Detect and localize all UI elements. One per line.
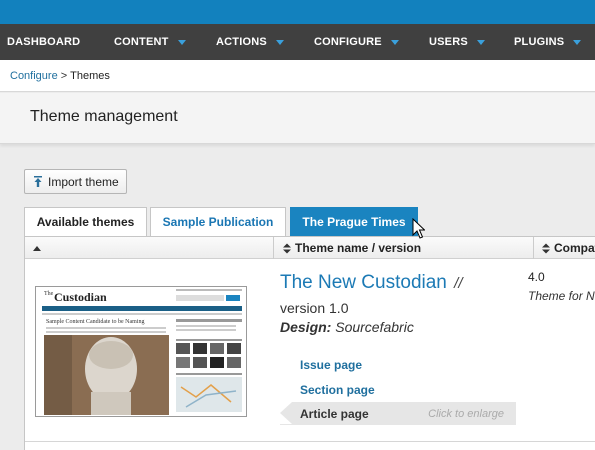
tab-label: Sample Publication xyxy=(162,215,274,229)
theme-name-link[interactable]: The New Custodian xyxy=(280,272,447,293)
theme-design-label: Design: xyxy=(280,319,332,335)
upload-icon xyxy=(33,175,43,188)
nav-configure[interactable]: CONFIGURE xyxy=(314,24,399,60)
nav-actions-label: ACTIONS xyxy=(216,36,267,48)
sort-both-icon xyxy=(283,243,291,253)
nav-plugins-label: PLUGINS xyxy=(514,36,565,48)
import-theme-label: Import theme xyxy=(48,174,119,189)
chevron-down-icon xyxy=(177,40,186,45)
sort-both-icon xyxy=(542,243,550,253)
active-arrow-notch xyxy=(280,402,292,424)
nav-users[interactable]: USERS xyxy=(429,24,485,60)
mouse-cursor-icon xyxy=(412,217,426,245)
nav-content-label: CONTENT xyxy=(114,36,169,48)
chevron-down-icon xyxy=(275,40,284,45)
compat-header-label: Compatib xyxy=(554,241,595,255)
nav-plugins[interactable]: PLUGINS xyxy=(514,24,582,60)
nav-dashboard[interactable]: DASHBOARD xyxy=(7,24,80,60)
breadcrumb-configure-link[interactable]: Configure xyxy=(10,70,58,82)
column-divider xyxy=(533,237,534,259)
main-navigation: DASHBOARD CONTENT ACTIONS CONFIGURE USER… xyxy=(0,24,595,60)
compat-version: 4.0 xyxy=(528,270,545,284)
column-divider xyxy=(273,237,274,259)
chevron-down-icon xyxy=(390,40,399,45)
theme-version: version 1.0 xyxy=(280,300,349,316)
sort-up-icon xyxy=(33,246,41,251)
issue-page-link[interactable]: Issue page xyxy=(300,358,362,372)
theme-title: The New Custodian // xyxy=(280,272,463,294)
title-bar: Theme management xyxy=(0,93,595,144)
click-to-enlarge-hint: Click to enlarge xyxy=(428,408,504,420)
page-title: Theme management xyxy=(30,108,178,125)
article-page-item[interactable]: Article page Click to enlarge xyxy=(280,402,516,425)
top-brand-bar xyxy=(0,0,595,24)
thumb-headline: Sample Content Candidate to be Naming xyxy=(46,319,144,325)
theme-name-suffix: // xyxy=(454,275,463,292)
breadcrumb: Configure > Themes xyxy=(0,60,595,92)
nav-users-label: USERS xyxy=(429,36,468,48)
section-page-link[interactable]: Section page xyxy=(300,383,375,397)
row-divider xyxy=(25,441,595,442)
breadcrumb-separator: > xyxy=(60,69,68,82)
nav-actions[interactable]: ACTIONS xyxy=(216,24,284,60)
thumb-masthead: Custodian xyxy=(54,290,107,304)
nav-content[interactable]: CONTENT xyxy=(114,24,186,60)
theme-name-header-label: Theme name / version xyxy=(295,241,422,255)
table-header: Theme name / version Compatib xyxy=(25,236,595,259)
tab-label: Available themes xyxy=(36,215,135,229)
breadcrumb-current: Themes xyxy=(70,69,110,82)
thumb-masthead-small: The xyxy=(44,291,54,297)
import-theme-button[interactable]: Import theme xyxy=(24,169,127,194)
tab-label: The Prague Times xyxy=(302,215,406,229)
tab-available-themes[interactable]: Available themes xyxy=(24,207,147,236)
sort-column-header[interactable] xyxy=(33,237,41,259)
compat-for: Theme for N xyxy=(528,289,595,303)
nav-dashboard-label: DASHBOARD xyxy=(7,36,81,48)
compatibility-column-header[interactable]: Compatib xyxy=(542,237,595,259)
tab-sample-publication[interactable]: Sample Publication xyxy=(150,207,286,236)
theme-design: Design: Sourcefabric xyxy=(280,319,414,335)
nav-configure-label: CONFIGURE xyxy=(314,36,382,48)
theme-name-column-header[interactable]: Theme name / version xyxy=(283,237,421,259)
article-page-label: Article page xyxy=(300,407,369,421)
tab-prague-times[interactable]: The Prague Times xyxy=(290,207,418,236)
theme-design-value: Sourcefabric xyxy=(335,319,414,335)
chevron-down-icon xyxy=(573,40,582,45)
themes-table: Theme name / version Compatib The Custod… xyxy=(24,236,595,450)
theme-thumbnail[interactable]: The Custodian Sample Content Candidate t… xyxy=(35,286,247,417)
chevron-down-icon xyxy=(476,40,485,45)
